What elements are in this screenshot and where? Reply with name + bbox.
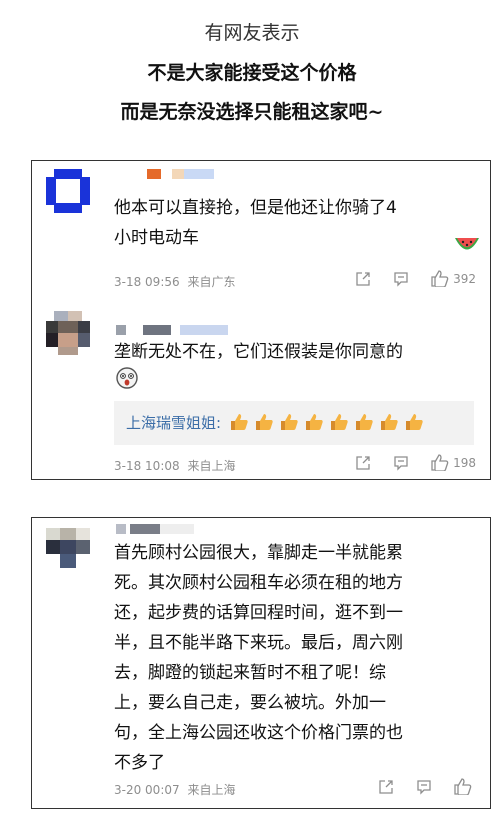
- username-redacted[interactable]: [147, 169, 161, 179]
- thumbs-up-emoji-icon: [305, 414, 323, 430]
- comment-text: 他本可以直接抢，但是他还让你骑了4 小时电动车: [114, 193, 397, 253]
- comment-meta: 3-18 09:56 来自广东: [114, 273, 235, 290]
- comment-card-1: 他本可以直接抢，但是他还让你骑了4 小时电动车 3-18 09:56 来自广东 …: [31, 160, 491, 480]
- comment-line: 上，要么自己走，要么被坑。外加一: [114, 693, 386, 713]
- thumbs-up-icon: [431, 454, 449, 471]
- comment-location: 来自上海: [187, 783, 236, 797]
- username-redacted: [143, 325, 171, 335]
- like-button[interactable]: 198: [431, 454, 476, 471]
- like-button[interactable]: [454, 778, 476, 795]
- username-redacted[interactable]: [116, 325, 126, 335]
- thumbs-up-emoji-icon: [330, 414, 348, 430]
- avatar[interactable]: [46, 169, 90, 213]
- thumbs-up-emoji-icon: [280, 414, 298, 430]
- comment-line: 垄断无处不在，它们还假装是你同意的: [114, 342, 403, 362]
- comment-date: 3-18 09:56: [114, 275, 180, 289]
- comment-text: 首先顾村公园很大，靠脚走一半就能累 死。其次顾村公园租车必须在租的地方 还，起步…: [114, 538, 403, 778]
- comment-line: 还，起步费的话算回程时间，逛不到一: [114, 603, 403, 623]
- username-redacted: [184, 169, 214, 179]
- share-icon[interactable]: [355, 455, 371, 471]
- thumbs-up-emoji-icon: [230, 414, 248, 430]
- username-redacted[interactable]: [116, 524, 126, 534]
- comment-line: 首先顾村公园很大，靠脚走一半就能累: [114, 543, 403, 563]
- username-redacted: [130, 524, 160, 534]
- username-redacted: [172, 169, 184, 179]
- comment-icon[interactable]: [393, 455, 409, 471]
- comment-meta: 3-18 10:08 来自上海: [114, 457, 235, 474]
- surprised-face-emoji-icon: [116, 367, 138, 393]
- like-button[interactable]: 392: [431, 270, 476, 287]
- comment-line: 句，全上海公园还收这个价格门票的也: [114, 723, 403, 743]
- thumbs-up-icon: [454, 778, 472, 795]
- comment-date: 3-18 10:08: [114, 459, 180, 473]
- comment-actions: 392: [333, 270, 476, 287]
- thumbs-up-emoji-icon: [355, 414, 373, 430]
- thumbs-up-emoji-icon: [405, 414, 423, 430]
- comment-actions: 198: [333, 454, 476, 471]
- reply-author[interactable]: 上海瑞雪姐姐:: [126, 414, 221, 432]
- comment-line: 他本可以直接抢，但是他还让你骑了4: [114, 198, 397, 218]
- avatar[interactable]: [46, 528, 90, 572]
- comment-line: 不多了: [114, 753, 165, 773]
- avatar[interactable]: [46, 311, 90, 355]
- share-icon[interactable]: [355, 271, 371, 287]
- comment-line: 死。其次顾村公园租车必须在租的地方: [114, 573, 403, 593]
- comment-location: 来自上海: [187, 459, 236, 473]
- comment-line: 半，且不能半路下来玩。最后，周六刚: [114, 633, 403, 653]
- thumbs-up-icon: [431, 270, 449, 287]
- like-count: 392: [453, 271, 476, 286]
- reply-preview[interactable]: 上海瑞雪姐姐:: [114, 401, 474, 445]
- thumbs-up-emoji-icon: [255, 414, 273, 430]
- comment-icon[interactable]: [416, 779, 432, 795]
- comment-location: 来自广东: [187, 275, 236, 289]
- comment-text: 垄断无处不在，它们还假装是你同意的: [114, 337, 403, 367]
- comment-line: 小时电动车: [114, 228, 199, 248]
- headline-line-1: 有网友表示: [204, 22, 300, 44]
- comment-icon[interactable]: [393, 271, 409, 287]
- like-count: 198: [453, 455, 476, 470]
- reply-thumbs: [230, 414, 430, 432]
- share-icon[interactable]: [378, 779, 394, 795]
- username-redacted: [160, 524, 194, 534]
- comment-card-2: 首先顾村公园很大，靠脚走一半就能累 死。其次顾村公园租车必须在租的地方 还，起步…: [31, 517, 491, 809]
- headline-line-2: 不是大家能接受这个价格: [147, 62, 357, 84]
- comment-date: 3-20 00:07: [114, 783, 180, 797]
- headline-line-3: 而是无奈没选择只能租这家吧~: [120, 101, 384, 123]
- comment-line: 去，脚蹬的锁起来暂时不租了呢！综: [114, 663, 386, 683]
- watermelon-emoji-icon: [454, 235, 480, 259]
- comment-actions: [356, 778, 476, 795]
- thumbs-up-emoji-icon: [380, 414, 398, 430]
- username-redacted: [180, 325, 228, 335]
- comment-meta: 3-20 00:07 来自上海: [114, 781, 235, 798]
